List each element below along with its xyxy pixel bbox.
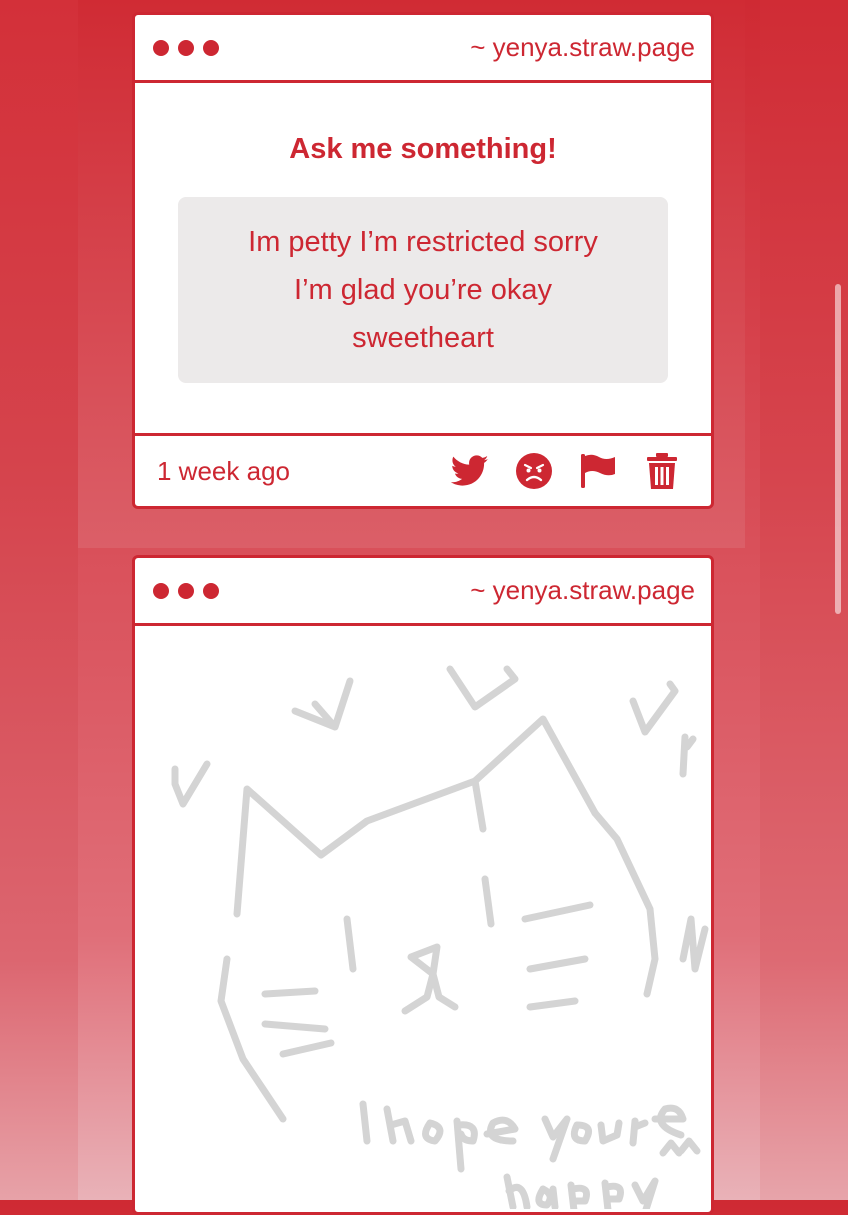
window-dot-icon xyxy=(203,39,219,56)
window-dot-icon xyxy=(178,39,194,56)
drawing-card: ~ yenya.straw.page xyxy=(132,555,714,1215)
ask-card: ~ yenya.straw.page Ask me something! Im … xyxy=(132,12,714,509)
window-dot-icon xyxy=(178,582,194,599)
site-url[interactable]: ~ yenya.straw.page xyxy=(470,32,695,63)
scrollbar[interactable] xyxy=(835,284,841,614)
window-dot-icon xyxy=(153,39,169,56)
window-dots xyxy=(153,582,219,599)
answer-line: I’m glad you’re okay xyxy=(294,274,552,306)
angry-face-icon[interactable] xyxy=(515,452,553,490)
timestamp: 1 week ago xyxy=(157,455,290,486)
question-title: Ask me something! xyxy=(289,133,557,165)
cat-drawing-icon xyxy=(171,665,709,1209)
window-titlebar: ~ yenya.straw.page xyxy=(135,15,711,83)
window-dot-icon xyxy=(203,582,219,599)
trash-icon[interactable] xyxy=(643,452,681,490)
answer-line: sweetheart xyxy=(352,322,494,354)
action-bar xyxy=(451,452,681,490)
window-dots xyxy=(153,39,219,56)
card-footer: 1 week ago xyxy=(135,433,711,506)
answer-box: Im petty I’m restricted sorry I’m glad y… xyxy=(178,197,668,383)
window-dot-icon xyxy=(153,582,169,599)
answer-line: Im petty I’m restricted sorry xyxy=(248,226,598,258)
background-left xyxy=(0,0,78,1200)
flag-icon[interactable] xyxy=(579,452,617,490)
window-titlebar: ~ yenya.straw.page xyxy=(135,558,711,626)
twitter-icon[interactable] xyxy=(451,452,489,490)
site-url[interactable]: ~ yenya.straw.page xyxy=(470,575,695,606)
